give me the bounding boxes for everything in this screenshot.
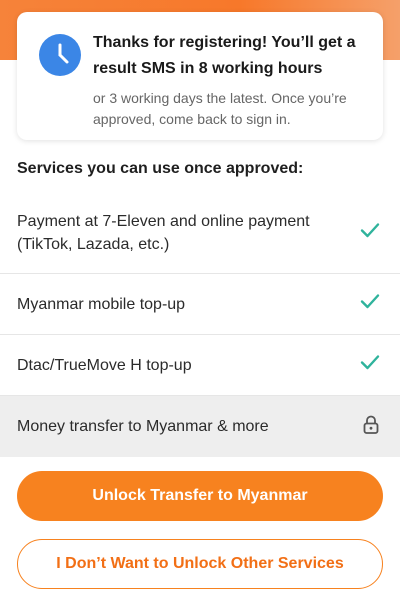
service-label: Myanmar mobile top-up <box>17 295 186 313</box>
notice-subtitle: or 3 working days the latest. Once you’r… <box>93 90 347 127</box>
service-label: Money transfer to Myanmar & more <box>17 418 269 435</box>
service-item-dtac-topup: Dtac/TrueMove H top-up <box>0 334 400 395</box>
check-icon <box>360 294 380 315</box>
decline-unlock-button[interactable]: I Don’t Want to Unlock Other Services <box>17 539 383 589</box>
service-item-myanmar-topup: Myanmar mobile top-up <box>0 273 400 334</box>
service-label: Payment at 7-Eleven and online payment (… <box>17 212 310 253</box>
service-item-payment: Payment at 7-Eleven and online payment (… <box>0 192 400 273</box>
service-label: Dtac/TrueMove H top-up <box>17 356 192 374</box>
check-icon <box>360 222 380 243</box>
check-icon <box>360 355 380 376</box>
clock-icon <box>39 34 81 76</box>
services-heading: Services you can use once approved: <box>17 160 304 177</box>
unlock-transfer-button[interactable]: Unlock Transfer to Myanmar <box>17 471 383 521</box>
notice-title: Thanks for registering! You’ll get a res… <box>93 34 356 77</box>
services-list: Payment at 7-Eleven and online payment (… <box>0 192 400 457</box>
registration-notice-card: Thanks for registering! You’ll get a res… <box>17 12 383 140</box>
service-item-money-transfer: Money transfer to Myanmar & more <box>0 395 400 457</box>
lock-icon <box>362 414 380 439</box>
